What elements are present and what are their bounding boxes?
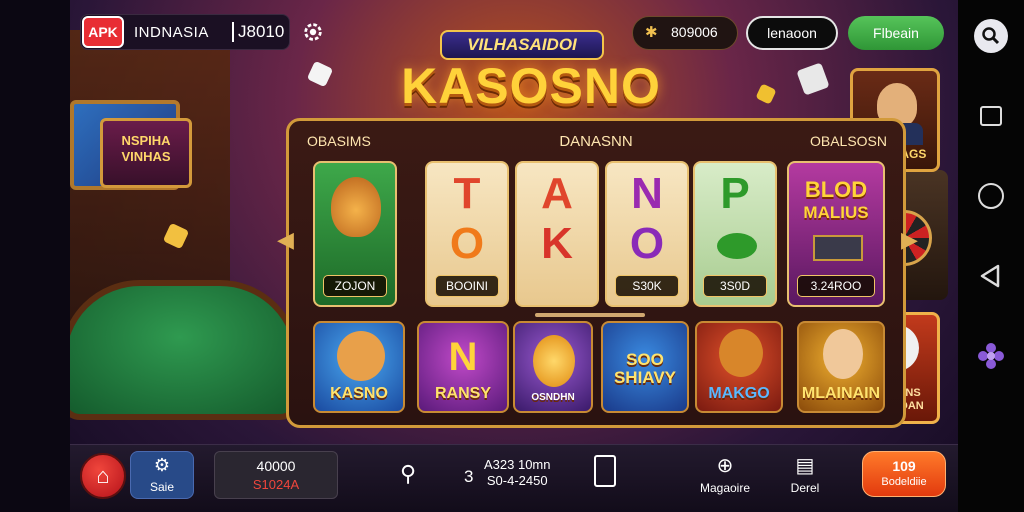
magazine-label: Magaoire <box>699 481 751 495</box>
gear-icon: ⚙ <box>153 455 171 475</box>
balance-label: J8010 <box>232 22 284 42</box>
document-icon[interactable] <box>594 455 616 487</box>
chest-icon: ▤ <box>795 455 815 477</box>
scroll-right-arrow-icon[interactable]: ▶ <box>901 223 918 257</box>
coin-balance-value: 809006 <box>671 24 718 40</box>
search-icon <box>974 19 1008 53</box>
game-tile[interactable]: MLAINAIN <box>797 321 885 413</box>
dice-decor <box>306 60 334 88</box>
game-tile-caption: OSNDHN <box>531 392 575 403</box>
reel-bonus-title: BLOD <box>804 177 868 202</box>
left-device-strip <box>0 0 70 512</box>
lion-icon <box>331 177 381 237</box>
reel-value: ZOJON <box>323 275 387 297</box>
search-button[interactable] <box>973 18 1009 54</box>
stat-number: 3 <box>464 467 474 486</box>
stat-line-1: A323 10mn <box>484 457 551 472</box>
poker-table <box>70 280 300 420</box>
leaf-icon <box>717 233 757 259</box>
search-icon[interactable]: ⚲ <box>400 461 416 487</box>
game-panel: OBASIMS DANASNN OBALSOSN ◀ ▶ ZOJON T O B… <box>277 118 918 428</box>
recent-apps-button[interactable] <box>973 98 1009 134</box>
dice-decor <box>755 83 777 105</box>
register-button[interactable]: Flbeain <box>848 16 944 50</box>
android-nav-bar <box>958 0 1024 512</box>
reel-bonus-subtitle: MALIUS <box>803 203 869 222</box>
game-reel-letters[interactable]: N O S30K <box>605 161 689 307</box>
game-tile[interactable]: N RANSY <box>417 321 509 413</box>
back-triangle-icon <box>980 264 1000 288</box>
home-nav-button[interactable] <box>973 178 1009 214</box>
region-label: INDNASIA <box>134 24 209 41</box>
game-tile-caption: KASNO <box>330 385 388 402</box>
game-screen: NSPIHA VINHAS WABNAGS CAHIMNS TPHIROAN V… <box>70 0 958 512</box>
scroll-left-arrow-icon[interactable]: ◀ <box>277 223 294 257</box>
reel-symbol-bottom: O <box>629 219 665 268</box>
home-circle-icon <box>978 183 1004 209</box>
coin-icon: ✱ <box>645 24 658 41</box>
reel-value: 3.24ROO <box>797 275 875 297</box>
game-reel-lion[interactable]: ZOJON <box>313 161 397 307</box>
coin-balance[interactable]: ✱ 809006 <box>632 16 738 50</box>
promo-button-value: 109 <box>892 458 916 474</box>
plus-circle-icon: ⊕ <box>716 455 734 477</box>
back-button[interactable] <box>973 258 1009 294</box>
deal-button[interactable]: ▤ Derel <box>770 453 840 495</box>
gear-icon[interactable] <box>302 21 324 43</box>
panel-right-title: OBALSOSN <box>809 133 887 149</box>
assistant-button[interactable] <box>973 338 1009 374</box>
bottom-bar: ⌂ ⚙ Saie 40000 S1024A ⚲ 3 A323 10mn S0-4… <box>70 444 958 512</box>
save-button-label: Saie <box>149 480 175 494</box>
logo-title: KASOSNO <box>401 58 661 114</box>
reel-symbol-top: P <box>720 169 750 218</box>
treasure-chest-icon <box>813 235 863 261</box>
game-tile[interactable]: OSNDHN <box>513 321 593 413</box>
neon-sign-left: NSPIHA VINHAS <box>100 118 192 188</box>
reel-symbol-top: T <box>453 169 481 218</box>
home-icon: ⌂ <box>96 463 110 488</box>
game-reel-letters[interactable]: A K <box>515 161 599 307</box>
promo-button-label: Bodeldiie <box>881 476 927 488</box>
panel-divider <box>535 313 645 317</box>
reel-value: S30K <box>615 275 679 297</box>
wallet-sub-amount: S1024A <box>252 477 300 492</box>
reel-symbol-bottom: O <box>449 219 485 268</box>
game-tile[interactable]: MAKGO <box>695 321 783 413</box>
reel-value: 3S0D <box>703 275 767 297</box>
game-reel-bonus[interactable]: BLOD MALIUS 3.24ROO <box>787 161 885 307</box>
game-reel-letters[interactable]: T O BOOINI <box>425 161 509 307</box>
magazine-button[interactable]: ⊕ Magaoire <box>690 453 760 495</box>
flower-icon <box>978 343 1004 369</box>
stat-line-2: S0-4-2450 <box>486 473 548 488</box>
game-tile-caption: MLAINAIN <box>801 385 881 402</box>
coin-icon <box>533 335 575 387</box>
stats-block: A323 10mn S0-4-2450 <box>484 457 551 489</box>
apk-badge[interactable]: APK <box>82 16 124 48</box>
wallet-box[interactable]: 40000 S1024A <box>214 451 338 499</box>
top-bar: APK INDNASIA J8010 ✱ 809006 lenaoon Flbe… <box>70 8 958 56</box>
login-button[interactable]: lenaoon <box>746 16 838 50</box>
promo-button[interactable]: 109 Bodeldiie <box>862 451 946 497</box>
save-button[interactable]: ⚙ Saie <box>130 451 194 499</box>
wallet-amount: 40000 <box>256 458 296 474</box>
game-tile-caption: SOO SHIAVY <box>613 350 677 387</box>
game-tile[interactable]: SOO SHIAVY <box>601 321 689 413</box>
dice-decor <box>796 62 830 96</box>
reel-value: BOOINI <box>435 275 499 297</box>
bear-icon <box>719 329 763 377</box>
game-tile-caption: RANSY <box>434 385 491 402</box>
game-tile[interactable]: KASNO <box>313 321 405 413</box>
deal-label: Derel <box>790 481 820 495</box>
game-reel-letters[interactable]: P 3S0D <box>693 161 777 307</box>
hero-portrait-icon <box>823 329 863 379</box>
home-button[interactable]: ⌂ <box>80 453 126 499</box>
reel-symbol-top: A <box>541 169 573 218</box>
reel-symbol-top: N <box>631 169 663 218</box>
recents-icon <box>980 106 1002 126</box>
reel-symbol-bottom: K <box>541 219 573 268</box>
game-tile-caption: MAKGO <box>708 385 770 402</box>
lion-icon <box>337 331 385 381</box>
